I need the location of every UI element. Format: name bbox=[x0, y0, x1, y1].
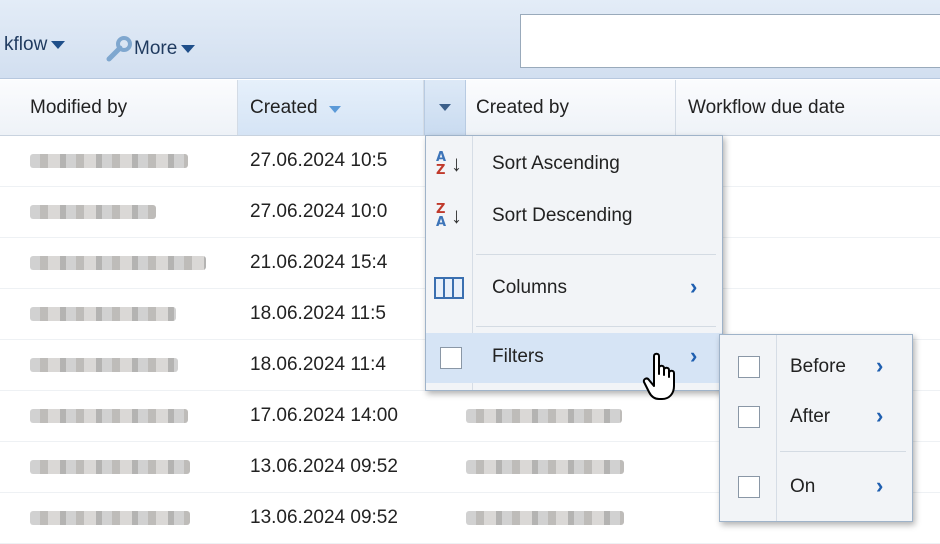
created-cell: 18.06.2024 11:5 bbox=[250, 303, 386, 324]
redacted-name bbox=[466, 409, 622, 423]
column-header-label: Workflow due date bbox=[688, 97, 846, 118]
redacted-name bbox=[30, 409, 188, 423]
menu-item-columns[interactable]: Columns › bbox=[426, 264, 722, 314]
menu-item-after[interactable]: After › bbox=[720, 393, 912, 441]
chevron-right-icon: › bbox=[876, 353, 884, 378]
redacted-name bbox=[466, 511, 624, 525]
menu-item-label: On bbox=[790, 476, 816, 497]
search-input[interactable] bbox=[520, 14, 940, 68]
column-header-label: Created by bbox=[476, 97, 569, 118]
menu-item-label: Sort Descending bbox=[492, 205, 633, 226]
menu-item-on[interactable]: On › bbox=[720, 463, 912, 511]
on-checkbox[interactable] bbox=[738, 476, 760, 498]
caret-down-icon bbox=[439, 104, 451, 111]
chevron-right-icon: › bbox=[690, 343, 698, 368]
created-cell: 13.06.2024 09:52 bbox=[250, 456, 398, 477]
menu-item-sort-descending[interactable]: Z A ↓ Sort Descending bbox=[426, 192, 722, 242]
created-cell: 27.06.2024 10:5 bbox=[250, 150, 388, 171]
sort-descending-indicator-icon bbox=[328, 106, 341, 113]
workflow-menu-label: kflow bbox=[4, 34, 48, 55]
wrench-icon bbox=[106, 36, 132, 62]
menu-separator bbox=[780, 451, 906, 452]
created-cell: 21.06.2024 15:4 bbox=[250, 252, 388, 273]
column-header-label: Modified by bbox=[30, 97, 128, 118]
created-cell: 27.06.2024 10:0 bbox=[250, 201, 388, 222]
chevron-down-icon bbox=[181, 45, 196, 53]
menu-item-label: Filters bbox=[492, 346, 544, 367]
sort-ascending-icon: A Z ↓ bbox=[436, 150, 462, 178]
column-header-modified-by[interactable]: Modified by bbox=[18, 80, 238, 135]
menu-separator bbox=[476, 254, 716, 255]
redacted-name bbox=[30, 256, 206, 270]
workflow-menu-button[interactable]: kflow bbox=[4, 34, 66, 56]
menu-item-label: Columns bbox=[492, 277, 567, 298]
redacted-name bbox=[30, 511, 190, 525]
column-header-created[interactable]: Created bbox=[238, 80, 424, 135]
chevron-right-icon: › bbox=[876, 473, 884, 498]
column-menu-trigger[interactable] bbox=[424, 80, 466, 135]
menu-item-label: Before bbox=[790, 356, 846, 377]
redacted-name bbox=[466, 460, 624, 474]
more-menu-button[interactable]: More bbox=[104, 34, 196, 64]
menu-item-label: Sort Ascending bbox=[492, 153, 620, 174]
redacted-name bbox=[30, 460, 190, 474]
created-cell: 17.06.2024 14:00 bbox=[250, 405, 398, 426]
chevron-right-icon: › bbox=[690, 274, 698, 299]
created-cell: 18.06.2024 11:4 bbox=[250, 354, 386, 375]
created-cell: 13.06.2024 09:52 bbox=[250, 507, 398, 528]
sort-descending-icon: Z A ↓ bbox=[436, 202, 462, 230]
columns-icon bbox=[434, 277, 464, 299]
filters-submenu: Before › After › On › bbox=[719, 334, 913, 522]
redacted-name bbox=[30, 358, 178, 372]
redacted-name bbox=[30, 307, 176, 321]
hand-pointer-cursor-icon bbox=[642, 352, 675, 400]
column-header-created-by[interactable]: Created by bbox=[464, 80, 676, 135]
chevron-down-icon bbox=[51, 41, 66, 49]
menu-item-label: After bbox=[790, 406, 831, 427]
chevron-right-icon: › bbox=[876, 403, 884, 428]
menu-item-before[interactable]: Before › bbox=[720, 343, 912, 391]
after-checkbox[interactable] bbox=[738, 406, 760, 428]
before-checkbox[interactable] bbox=[738, 356, 760, 378]
redacted-name bbox=[30, 154, 188, 168]
redacted-name bbox=[30, 205, 156, 219]
column-header-label: Created bbox=[250, 97, 318, 118]
menu-separator bbox=[476, 326, 716, 327]
menu-item-sort-ascending[interactable]: A Z ↓ Sort Ascending bbox=[426, 140, 722, 190]
more-menu-label: More bbox=[134, 38, 178, 59]
column-header-workflow-due-date[interactable]: Workflow due date bbox=[676, 80, 940, 135]
filters-checkbox[interactable] bbox=[440, 347, 462, 369]
